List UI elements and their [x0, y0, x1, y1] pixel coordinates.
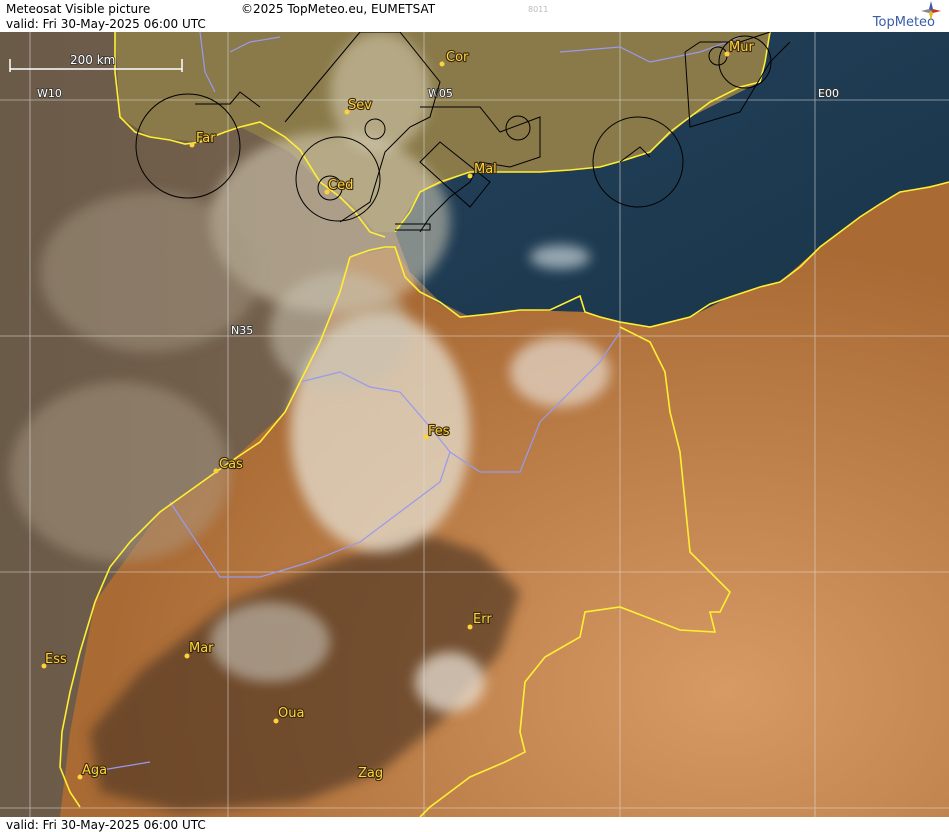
- city-label-mal: Mal: [474, 162, 497, 177]
- city-ced[interactable]: Ced: [324, 177, 354, 195]
- city-label-aga: Aga: [82, 763, 107, 778]
- city-label-zag: Zag: [358, 766, 383, 781]
- image-code: 8011: [528, 5, 549, 14]
- topmeteo-logo[interactable]: TopMeteo: [833, 1, 943, 31]
- scale-bar-label: 200 km: [70, 53, 115, 67]
- logo-text: TopMeteo: [872, 15, 935, 30]
- map-canvas[interactable]: W10 W05 E00 N35 200 km Cor Mur Sev Far C…: [0, 32, 949, 817]
- city-label-ced: Ced: [328, 178, 353, 193]
- grid-label-n35: N35: [231, 324, 253, 337]
- image-title: Meteosat Visible picture: [6, 2, 151, 16]
- city-fes[interactable]: Fes: [423, 423, 451, 440]
- grid-label-e00: E00: [818, 87, 839, 100]
- city-label-cas: Cas: [219, 457, 243, 472]
- copyright: ©2025 TopMeteo.eu, EUMETSAT: [241, 2, 436, 16]
- city-oua[interactable]: Oua: [273, 705, 306, 724]
- city-label-sev: Sev: [348, 98, 372, 113]
- city-sev[interactable]: Sev: [344, 97, 373, 115]
- city-label-mar: Mar: [189, 641, 214, 656]
- city-zag[interactable]: Zag: [357, 765, 384, 782]
- satellite-map[interactable]: W10 W05 E00 N35 200 km Cor Mur Sev Far C…: [0, 32, 949, 817]
- footer-valid-time: valid: Fri 30-May-2025 06:00 UTC: [6, 818, 206, 832]
- city-label-far: Far: [196, 131, 216, 146]
- city-ess[interactable]: Ess: [41, 651, 68, 669]
- city-mur[interactable]: Mur: [724, 39, 756, 57]
- header-bar: Meteosat Visible picture valid: Fri 30-M…: [0, 0, 949, 32]
- city-aga[interactable]: Aga: [77, 762, 108, 780]
- city-label-ess: Ess: [45, 652, 67, 667]
- city-label-oua: Oua: [278, 706, 304, 721]
- city-mar[interactable]: Mar: [184, 640, 215, 659]
- footer-bar: valid: Fri 30-May-2025 06:00 UTC: [0, 817, 949, 832]
- valid-time: valid: Fri 30-May-2025 06:00 UTC: [6, 17, 206, 31]
- city-label-mur: Mur: [729, 40, 754, 55]
- city-label-cor: Cor: [446, 50, 469, 65]
- city-label-err: Err: [473, 612, 492, 627]
- grid-label-w10: W10: [37, 87, 62, 100]
- grid-label-w05: W05: [428, 87, 453, 100]
- city-label-fes: Fes: [428, 424, 450, 439]
